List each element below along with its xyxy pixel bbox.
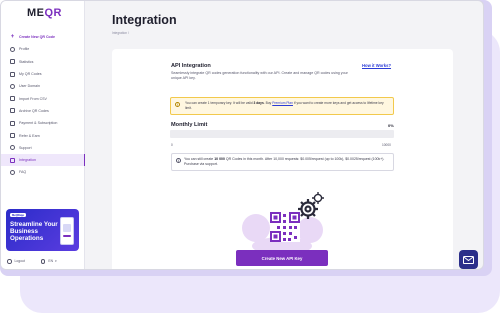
api-integration-title: API Integration xyxy=(171,63,211,69)
mail-button[interactable] xyxy=(459,250,478,269)
info-prefix: You can still create xyxy=(184,156,215,161)
sidebar-item-label: Refer & Earn xyxy=(19,133,40,138)
sidebar-item-label: Archive QR Codes xyxy=(19,108,49,113)
sidebar-item-label: Statistics xyxy=(19,59,34,64)
notice-middle: . Buy xyxy=(263,101,273,105)
sidebar-item-label: My QR Codes xyxy=(19,72,42,77)
sidebar-item-create-new-qr-code[interactable]: + Create New QR Code xyxy=(1,31,85,43)
sidebar-item-label: Payment & Subscription xyxy=(19,121,58,126)
logout-icon xyxy=(7,259,12,264)
sidebar-item-profile[interactable]: Profile xyxy=(1,43,85,55)
chart-icon xyxy=(10,59,15,65)
premium-plan-link[interactable]: Premium Plan xyxy=(272,101,293,105)
info-count: 10 000 xyxy=(214,156,225,161)
logo[interactable]: MEQR xyxy=(27,7,62,19)
integration-card: API Integration How it Works? Seamlessly… xyxy=(112,49,453,269)
page-title: Integration xyxy=(112,13,177,27)
monthly-limit-progress-bar xyxy=(170,130,394,138)
sidebar-item-label: Profile xyxy=(19,47,30,52)
monthly-limit-percent: 0% xyxy=(388,123,394,128)
promo-text: Streamline Your Business Operations xyxy=(10,221,58,242)
info-icon: i xyxy=(176,157,181,163)
archive-icon xyxy=(10,108,15,114)
app-window: MEQR + Create New QR Code Profile Statis… xyxy=(0,0,484,270)
language-label: EN xyxy=(48,259,54,264)
limit-max: 10000 xyxy=(382,143,391,147)
help-icon xyxy=(10,169,15,175)
card-icon xyxy=(10,120,15,126)
promo-badge: MeQRapp xyxy=(10,213,27,217)
promo-banner[interactable]: MeQRapp Streamline Your Business Operati… xyxy=(6,209,79,251)
logout-button[interactable]: Logout xyxy=(7,259,25,264)
chevron-down-icon: ▾ xyxy=(55,259,57,264)
sidebar-item-archive-qr-codes[interactable]: Archive QR Codes xyxy=(1,105,85,117)
link-icon xyxy=(10,157,15,163)
sidebar-item-support[interactable]: Support xyxy=(1,142,85,154)
gear-large-icon xyxy=(298,199,318,219)
sidebar-item-my-qr-codes[interactable]: My QR Codes xyxy=(1,68,85,80)
sidebar-item-import-from-csv[interactable]: Import From CSV xyxy=(1,92,85,104)
logo-text-qr: QR xyxy=(44,7,62,19)
sidebar-item-label: Import From CSV xyxy=(19,96,47,101)
gift-icon xyxy=(10,133,15,139)
sidebar-item-refer-earn[interactable]: Refer & Earn xyxy=(1,129,85,141)
plus-icon: + xyxy=(10,33,15,40)
sidebar-item-statistics[interactable]: Statistics xyxy=(1,56,85,68)
sidebar-item-label: Create New QR Code xyxy=(19,35,55,40)
limit-min: 0 xyxy=(171,143,173,147)
sidebar-item-integration[interactable]: Integration xyxy=(1,153,85,167)
how-it-works-link[interactable]: How it Works? xyxy=(362,63,391,68)
user-icon xyxy=(10,46,15,52)
notice-days: 3 days xyxy=(253,101,264,105)
warning-icon: ! xyxy=(175,102,180,107)
logout-label: Logout xyxy=(14,259,25,264)
globe-icon xyxy=(40,259,46,264)
globe-icon xyxy=(10,83,15,89)
sidebar-item-label: User Domain xyxy=(19,84,40,89)
sidebar: MEQR + Create New QR Code Profile Statis… xyxy=(1,1,85,269)
sidebar-footer: Logout EN ▾ xyxy=(7,259,73,264)
breadcrumb[interactable]: Integration / xyxy=(112,31,129,35)
monthly-limit-title: Monthly Limit xyxy=(171,122,208,128)
sidebar-nav: + Create New QR Code Profile Statistics … xyxy=(1,31,85,179)
mail-icon xyxy=(463,255,474,264)
sidebar-item-user-domain[interactable]: User Domain xyxy=(1,80,85,92)
create-new-api-key-button[interactable]: Create New API Key xyxy=(236,250,328,266)
notice-prefix: You can create 1 temporary key. It will … xyxy=(185,101,254,105)
headset-icon xyxy=(10,145,15,151)
upload-icon xyxy=(10,96,15,102)
qr-icon xyxy=(10,71,15,77)
sidebar-item-label: Support xyxy=(19,145,32,150)
sidebar-item-payment-subscription[interactable]: Payment & Subscription xyxy=(1,117,85,129)
language-selector[interactable]: EN ▾ xyxy=(40,259,57,264)
qr-gears-illustration xyxy=(242,192,324,255)
logo-text-me: ME xyxy=(27,7,45,19)
qr-code-icon xyxy=(270,212,300,242)
api-description: Seamlessly integrate QR codes generation… xyxy=(171,71,348,80)
sidebar-item-label: Integration xyxy=(19,158,36,163)
pricing-info: i You can still create 10 000 QR Codes i… xyxy=(171,153,394,171)
temporary-key-notice: ! You can create 1 temporary key. It wil… xyxy=(170,97,394,115)
sidebar-item-faq[interactable]: FAQ xyxy=(1,166,85,178)
phone-illustration xyxy=(60,217,74,245)
sidebar-item-label: FAQ xyxy=(19,170,27,175)
